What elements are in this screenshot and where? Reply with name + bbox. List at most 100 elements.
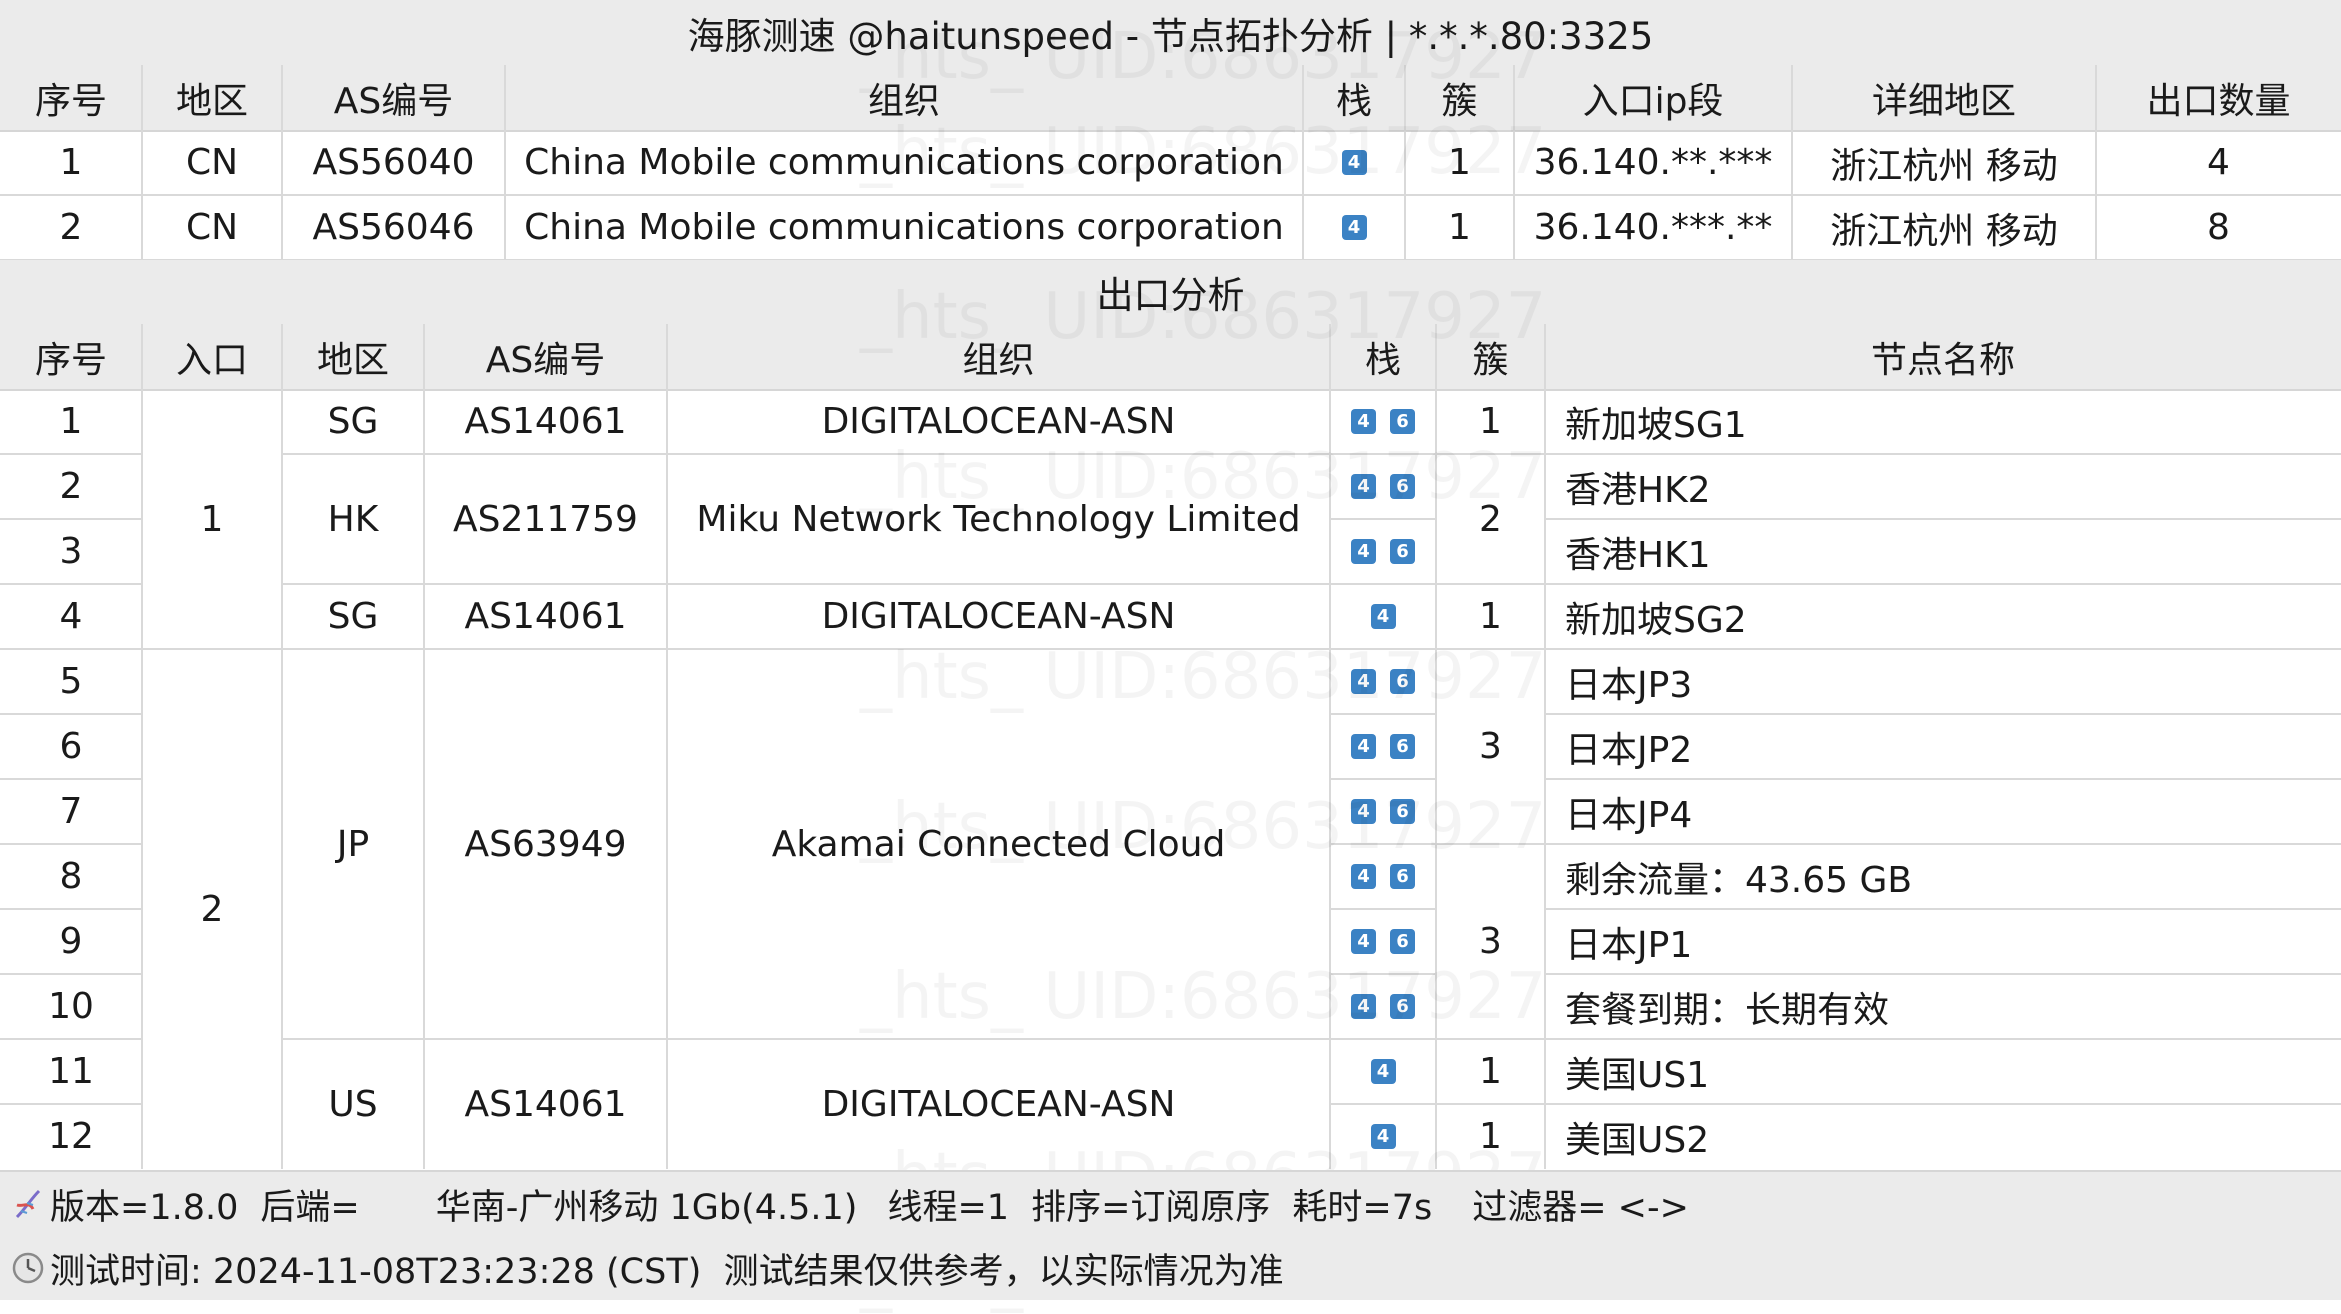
row-divider (1545, 1038, 2341, 1040)
entry-table: 序号 地区 AS编号 组织 栈 簇 入口ip段 详细地区 出口数量 1 CN AS56040 China… (0, 65, 2341, 261)
cluster: 2 (1479, 498, 1502, 540)
cluster: 3 (1479, 921, 1502, 962)
cluster: 1 (1448, 142, 1471, 183)
node-name: 新加坡SG1 (1565, 404, 1747, 446)
cluster: 1 (1479, 1116, 1502, 1157)
ipv4-badge: 4 (1341, 215, 1367, 240)
ipv4-badge: 4 (1351, 929, 1376, 954)
row-number: 3 (59, 531, 83, 572)
row-divider (1330, 973, 1436, 975)
column-header: 簇 (1441, 80, 1478, 122)
as-number: AS14061 (464, 401, 627, 442)
row-divider (282, 583, 1330, 585)
ipv6-badge: 6 (1390, 864, 1415, 889)
ipv4-badge: 4 (1351, 799, 1376, 824)
row-divider (1545, 648, 2341, 650)
row-divider (0, 843, 142, 845)
row-divider (0, 973, 142, 975)
row-divider (0, 648, 142, 650)
stack-badges: 4 (1330, 1104, 1436, 1169)
row-number: 10 (48, 986, 94, 1027)
row-divider (1545, 713, 2341, 715)
row-divider (0, 583, 142, 585)
region-code: US (328, 1083, 378, 1125)
column-header: 序号 (34, 339, 107, 381)
cluster: 3 (1479, 726, 1502, 767)
column-header: 地区 (175, 80, 248, 122)
row-divider (0, 453, 142, 455)
as-number: AS63949 (464, 823, 627, 865)
exit-count: 8 (2207, 207, 2230, 248)
ipv6-badge: 6 (1390, 734, 1415, 759)
stack-badges: 46 (1330, 844, 1436, 909)
row-divider (1436, 1103, 1545, 1105)
organization: Akamai Connected Cloud (771, 823, 1226, 865)
detail-region: 浙江杭州 移动 (1830, 145, 2058, 187)
row-divider (282, 648, 1330, 650)
row-divider (1436, 453, 1545, 455)
as-number: AS211759 (453, 498, 638, 540)
row-divider (1545, 778, 2341, 780)
exit-count: 4 (2207, 142, 2230, 183)
row-divider (1330, 778, 1436, 780)
entry-table-header: 序号 地区 AS编号 组织 栈 簇 入口ip段 详细地区 出口数量 (0, 65, 2341, 132)
row-divider (142, 648, 282, 650)
row-divider (282, 453, 1330, 455)
elapsed-text: 耗时=7s (1292, 1187, 1433, 1228)
node-name: 日本JP4 (1565, 794, 1693, 836)
stack-badges: 4 (1303, 130, 1405, 195)
row-divider (0, 778, 142, 780)
ipv4-badge: 4 (1351, 539, 1376, 564)
row-divider (1330, 713, 1436, 715)
organization: DIGITALOCEAN-ASN (821, 401, 1176, 442)
clock-icon (10, 1250, 46, 1286)
cluster: 1 (1448, 207, 1471, 248)
node-name: 香港HK1 (1565, 534, 1711, 576)
stack-badges: 4 (1330, 1039, 1436, 1104)
organization: Miku Network Technology Limited (696, 498, 1301, 540)
test-time-bar: 测试时间: 2024-11-08T23:23:28 (CST) 测试结果仅供参考… (0, 1236, 2341, 1300)
as-number: AS14061 (464, 596, 627, 637)
region-code: CN (185, 142, 239, 183)
column-header: 栈 (1335, 80, 1372, 122)
row-divider (1436, 583, 1545, 585)
sort-text: 排序=订阅原序 (1031, 1187, 1271, 1228)
ipv4-badge: 4 (1351, 734, 1376, 759)
as-number: AS56046 (312, 207, 475, 248)
column-header: 入口 (175, 339, 248, 381)
region-code: SG (327, 401, 379, 442)
row-divider (1330, 1038, 1436, 1040)
row-divider (1436, 843, 1545, 845)
column-header: 地区 (316, 339, 389, 381)
row-divider (1545, 843, 2341, 845)
stack-badges: 46 (1330, 649, 1436, 714)
ipv4-badge: 4 (1370, 1059, 1396, 1084)
row-divider (282, 1038, 1330, 1040)
ipv4-badge: 4 (1351, 409, 1376, 434)
row-divider (1545, 518, 2341, 520)
column-header: 栈 (1364, 339, 1401, 381)
row-divider (0, 518, 142, 520)
column-header: 簇 (1472, 339, 1509, 381)
test-time-text: 测试时间: 2024-11-08T23:23:28 (CST) 测试结果仅供参考… (50, 1251, 1284, 1292)
ipv6-badge: 6 (1390, 799, 1415, 824)
entry-ip-range: 36.140.**.*** (1533, 142, 1773, 183)
row-number: 8 (59, 856, 83, 897)
version-text: 版本=1.8.0 (50, 1187, 239, 1228)
row-number: 11 (48, 1051, 94, 1092)
status-bar: 版本=1.8.0 后端= 华南-广州移动 1Gb(4.5.1) 线程=1 排序=… (0, 1170, 2341, 1238)
row-divider (1436, 1038, 1545, 1040)
ipv6-badge: 6 (1390, 929, 1415, 954)
row-divider (1330, 583, 1436, 585)
row-number: 12 (48, 1116, 94, 1157)
row-divider (0, 1103, 142, 1105)
ipv4-badge: 4 (1351, 474, 1376, 499)
row-number: 1 (59, 401, 83, 442)
ipv6-badge: 6 (1390, 669, 1415, 694)
row-divider (1330, 908, 1436, 910)
as-number: AS56040 (312, 142, 475, 183)
threads-text: 线程=1 (887, 1187, 1010, 1228)
stack-badges: 46 (1330, 519, 1436, 584)
row-divider (1545, 973, 2341, 975)
location-text: 华南-广州移动 1Gb(4.5.1) (435, 1187, 858, 1228)
